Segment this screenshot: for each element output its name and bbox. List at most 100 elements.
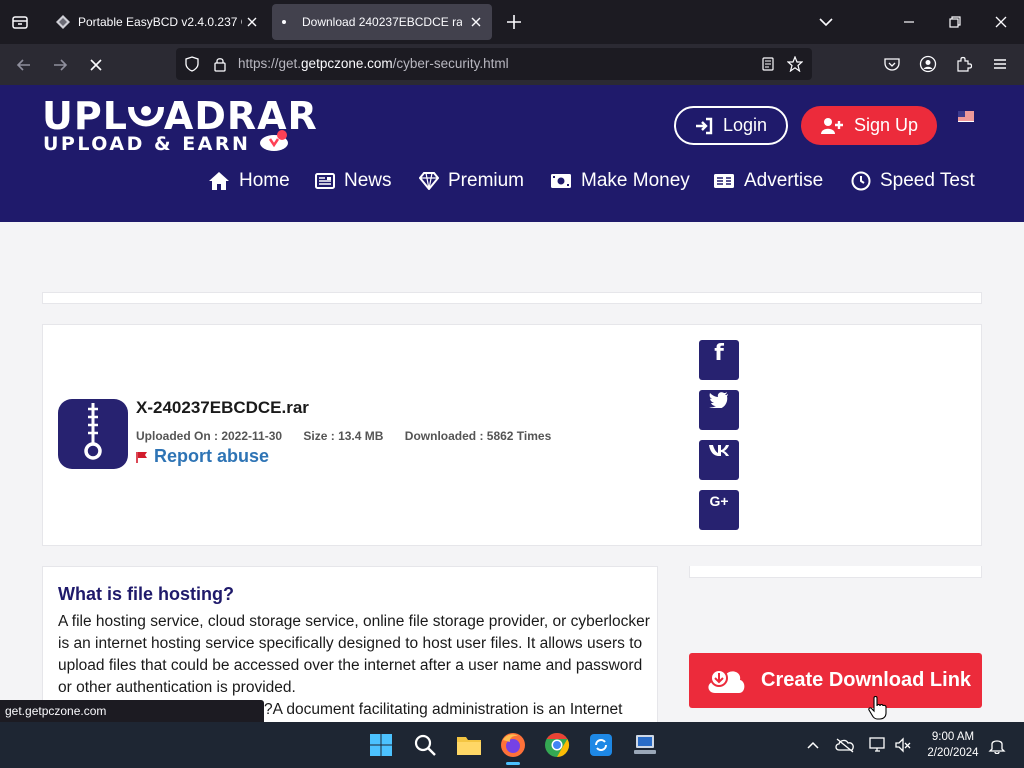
stop-loading-icon[interactable] — [86, 55, 106, 75]
twitter-share-button[interactable] — [699, 390, 739, 430]
bookmark-star-icon[interactable] — [787, 56, 803, 72]
minimize-icon[interactable] — [900, 13, 918, 31]
close-tab-icon[interactable] — [468, 14, 484, 30]
system-clock[interactable]: 9:00 AM 2/20/2024 — [922, 729, 984, 761]
diamond-icon — [419, 172, 439, 190]
easybcd-favicon-icon — [56, 15, 70, 29]
twitter-icon — [709, 392, 729, 430]
site-header: UPL ADRAR UPLOAD & EARN Login Sign Up Hom… — [0, 85, 1024, 222]
tab-title: Download 240237EBCDCE rar — [302, 15, 462, 29]
url-text: https://get.getpczone.com/cyber-security… — [238, 56, 509, 71]
chevron-down-icon[interactable] — [817, 13, 835, 31]
google-plus-share-button[interactable]: G+ — [699, 490, 739, 530]
clock-date: 2/20/2024 — [927, 747, 979, 759]
menu-premium[interactable]: Premium — [419, 169, 524, 193]
sign-up-button[interactable]: Sign Up — [801, 106, 937, 145]
chrome-icon[interactable] — [542, 730, 572, 760]
report-abuse-label: Report abuse — [154, 446, 270, 466]
chevron-up-icon[interactable] — [805, 737, 821, 753]
network-monitor-icon[interactable] — [868, 736, 888, 754]
file-explorer-icon[interactable] — [454, 730, 484, 760]
report-abuse-link[interactable]: Report abuse — [136, 446, 269, 467]
archive-zip-icon — [58, 399, 128, 469]
ad-card-icon — [713, 173, 735, 189]
new-tab-icon[interactable] — [505, 13, 523, 31]
lock-icon[interactable] — [212, 56, 228, 72]
logo-o-mark — [127, 101, 164, 131]
tab-download-rar[interactable]: Download 240237EBCDCE rar — [272, 4, 492, 40]
back-icon[interactable] — [14, 55, 34, 75]
reader-view-icon[interactable] — [760, 56, 776, 72]
newspaper-icon — [315, 173, 335, 189]
restore-icon[interactable] — [946, 13, 964, 31]
sidebar-ad-strip — [689, 566, 982, 578]
clock-time: 9:00 AM — [931, 731, 975, 743]
facebook-icon: f — [714, 341, 724, 366]
account-icon[interactable] — [919, 55, 937, 73]
tab-title: Portable EasyBCD v2.4.0.237 Co — [78, 15, 242, 29]
us-flag-icon[interactable] — [958, 111, 974, 122]
logo-badge-icon — [256, 129, 296, 153]
menu-label: Make Money — [581, 170, 690, 191]
tab-list-icon[interactable] — [10, 12, 30, 32]
firefox-icon[interactable] — [498, 730, 528, 760]
windows-start-icon[interactable] — [366, 730, 396, 760]
article-title: What is file hosting? — [58, 584, 234, 604]
clock-icon — [851, 171, 871, 191]
loading-dot-icon — [282, 20, 286, 24]
file-meta: Uploaded On : 2022-11-30 Size : 13.4 MB … — [136, 429, 569, 443]
download-count: Downloaded : 5862 Times — [404, 429, 552, 443]
menu-home[interactable]: Home — [208, 169, 290, 193]
ad-strip-top — [42, 292, 982, 304]
close-tab-icon[interactable] — [244, 14, 260, 30]
tracking-shield-icon[interactable] — [184, 56, 200, 72]
vk-icon — [708, 444, 730, 480]
link-status-tooltip: get.getpczone.com — [0, 700, 264, 722]
active-app-indicator — [506, 762, 520, 765]
menu-label: Speed Test — [880, 170, 975, 191]
forward-icon[interactable] — [50, 55, 70, 75]
menu-make-money[interactable]: Make Money — [550, 169, 690, 193]
create-download-link-button[interactable]: Create Download Link — [689, 653, 982, 708]
hand-cursor-icon — [868, 696, 888, 720]
file-size: Size : 13.4 MB — [303, 429, 384, 443]
create-download-link-label: Create Download Link — [761, 669, 972, 691]
login-button[interactable]: Login — [674, 106, 788, 145]
facebook-share-button[interactable]: f — [699, 340, 739, 380]
cloud-download-icon — [705, 665, 747, 697]
home-icon — [208, 171, 230, 191]
vk-share-button[interactable] — [699, 440, 739, 480]
menu-label: News — [344, 170, 392, 191]
sign-up-label: Sign Up — [853, 115, 919, 135]
sync-app-icon[interactable] — [586, 730, 616, 760]
tab-easybcd[interactable]: Portable EasyBCD v2.4.0.237 Co — [44, 4, 268, 40]
notification-bell-icon[interactable] — [988, 736, 1006, 754]
menu-speed-test[interactable]: Speed Test — [851, 169, 975, 193]
menu-label: Premium — [448, 170, 525, 191]
menu-label: Advertise — [744, 170, 824, 191]
browser-tab-bar: Portable EasyBCD v2.4.0.237 Co Download … — [0, 0, 1024, 44]
menu-advertise[interactable]: Advertise — [713, 169, 823, 193]
search-icon[interactable] — [410, 730, 440, 760]
user-plus-icon — [820, 117, 844, 135]
file-name: X-240237EBCDCE.rar — [136, 398, 309, 417]
google-plus-icon: G+ — [709, 493, 729, 509]
article-paragraph: A file hosting service, cloud storage se… — [58, 613, 650, 696]
network-app-icon[interactable] — [630, 730, 660, 760]
sign-in-icon — [695, 117, 713, 135]
uploaded-on: Uploaded On : 2022-11-30 — [136, 429, 283, 443]
address-bar[interactable]: https://get.getpczone.com/cyber-security… — [176, 48, 812, 80]
hamburger-menu-icon[interactable] — [991, 55, 1009, 73]
onedrive-icon[interactable] — [835, 737, 855, 753]
flag-icon — [136, 451, 148, 463]
login-label: Login — [722, 115, 768, 135]
extensions-icon[interactable] — [955, 55, 973, 73]
close-window-icon[interactable] — [992, 13, 1010, 31]
browser-nav-bar: https://get.getpczone.com/cyber-security… — [0, 44, 1024, 85]
site-tagline: UPLOAD & EARN — [43, 133, 251, 155]
money-icon — [550, 173, 572, 189]
menu-news[interactable]: News — [315, 169, 392, 193]
pocket-icon[interactable] — [883, 55, 901, 73]
volume-muted-icon[interactable] — [894, 736, 912, 754]
menu-label: Home — [239, 170, 290, 191]
